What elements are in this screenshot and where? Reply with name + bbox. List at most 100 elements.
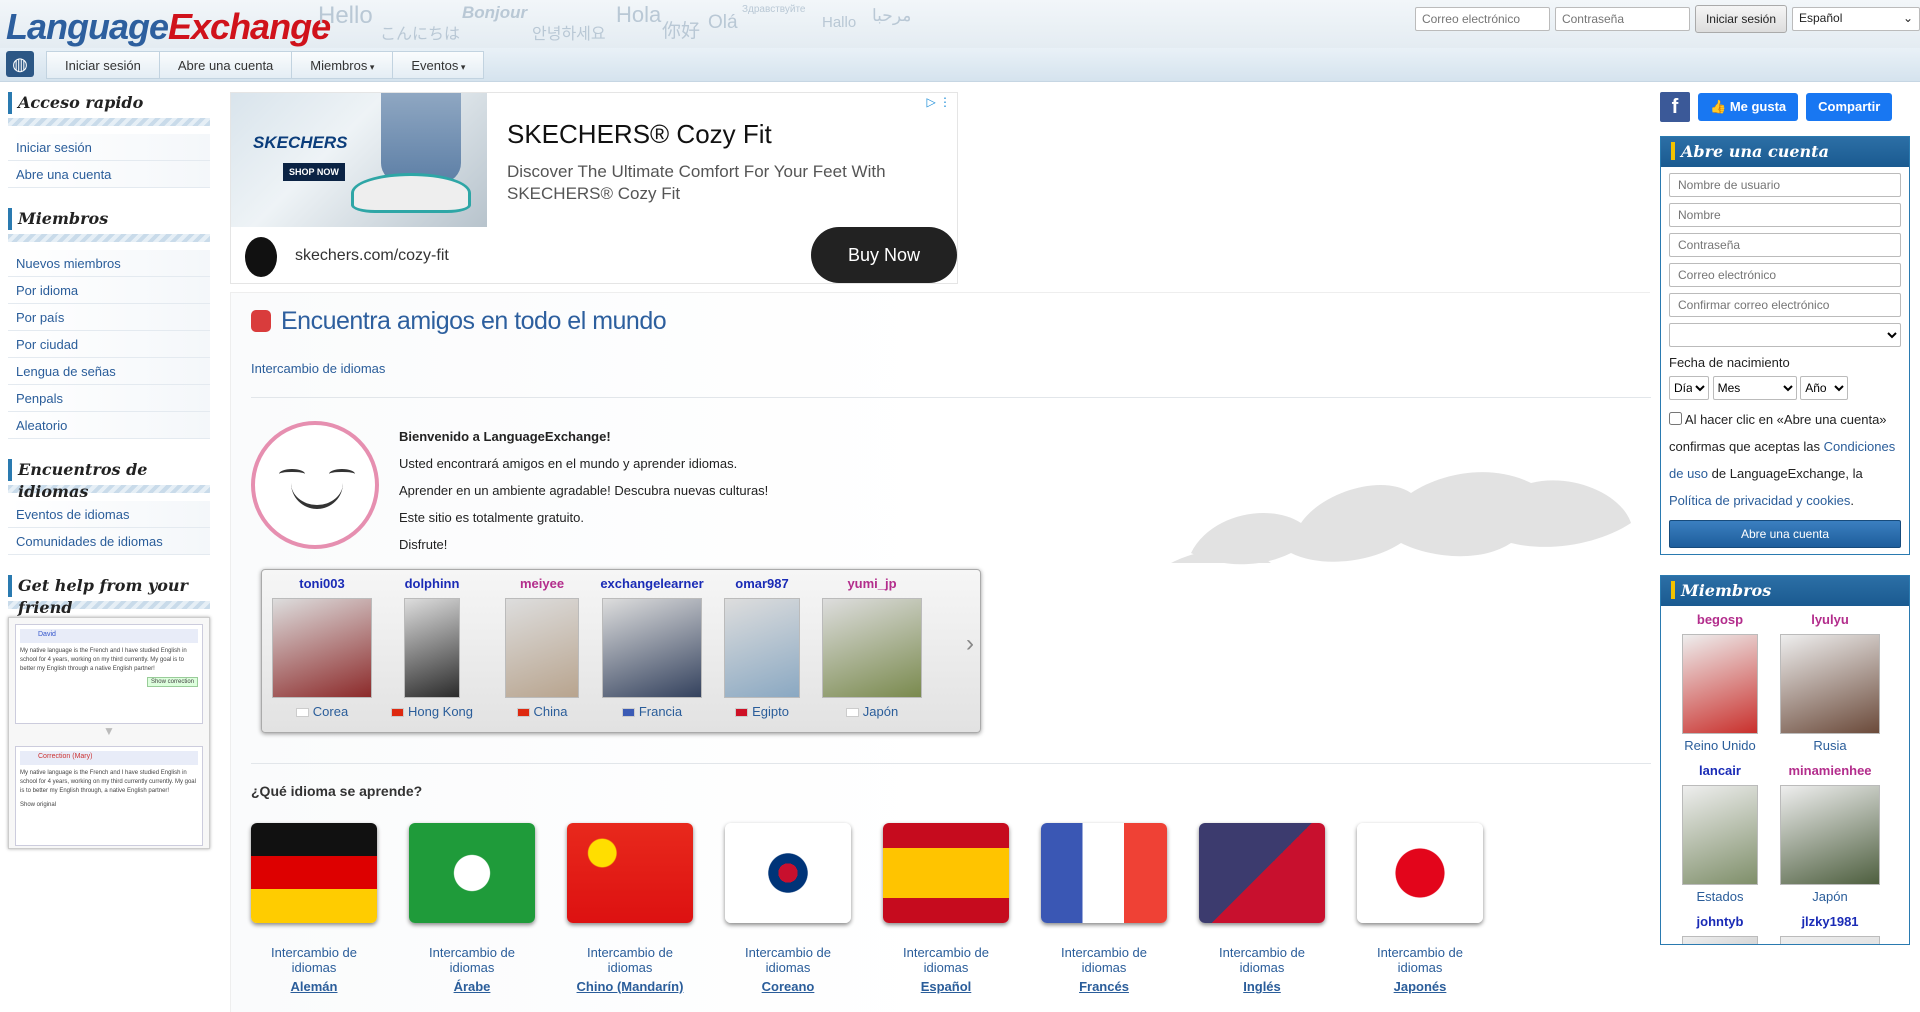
member-country[interactable]: Corea xyxy=(268,704,376,719)
member-name[interactable]: begosp xyxy=(1665,612,1775,630)
member-photo[interactable] xyxy=(1682,936,1758,944)
member-name[interactable]: meiyee xyxy=(488,576,596,594)
nav-item-signup[interactable]: Abre una cuenta xyxy=(159,51,293,79)
ad-buy-now-button[interactable]: Buy Now xyxy=(811,227,957,283)
ad-choices-icon[interactable]: ▷ ⋮ xyxy=(926,95,951,109)
email-field[interactable] xyxy=(1414,7,1550,31)
language-name-link[interactable]: Coreano xyxy=(725,979,851,994)
language-exchange-label[interactable]: Intercambio de idiomas xyxy=(1041,945,1167,975)
member-card[interactable]: meiyee China xyxy=(488,576,596,719)
language-name-link[interactable]: Inglés xyxy=(1199,979,1325,994)
member-name[interactable]: dolphinn xyxy=(378,576,486,594)
sidebar-link-language-communities[interactable]: Comunidades de idiomas xyxy=(8,528,210,555)
nav-item-login[interactable]: Iniciar sesión xyxy=(46,51,160,79)
login-button[interactable]: Iniciar sesión xyxy=(1694,5,1787,33)
member-photo[interactable] xyxy=(1780,634,1880,734)
member-country[interactable]: Egipto xyxy=(708,704,816,719)
language-item[interactable]: Intercambio de idiomas Francés xyxy=(1041,823,1167,994)
sidebar-link-new-members[interactable]: Nuevos miembros xyxy=(8,250,210,277)
language-exchange-label[interactable]: Intercambio de idiomas xyxy=(725,945,851,975)
language-flag-icon[interactable] xyxy=(1199,823,1325,923)
language-item[interactable]: Intercambio de idiomas Japonés xyxy=(1357,823,1483,994)
member-card[interactable]: yumi_jp Japón xyxy=(818,576,926,719)
member-card[interactable]: lyulyu Rusia xyxy=(1775,612,1885,753)
sidebar-link-by-country[interactable]: Por país xyxy=(8,304,210,331)
language-exchange-label[interactable]: Intercambio de idiomas xyxy=(1357,945,1483,975)
language-exchange-link[interactable]: Intercambio de idiomas xyxy=(251,361,385,376)
sidebar-link-penpals[interactable]: Penpals xyxy=(8,385,210,412)
member-country[interactable]: Rusia xyxy=(1775,738,1885,753)
language-flag-icon[interactable] xyxy=(567,823,693,923)
language-item[interactable]: Intercambio de idiomas Árabe xyxy=(409,823,535,994)
member-card[interactable]: minamienhee Japón xyxy=(1775,763,1885,904)
member-photo[interactable] xyxy=(1780,785,1880,885)
sidebar-link-login[interactable]: Iniciar sesión xyxy=(8,134,210,161)
privacy-policy-link[interactable]: Política de privacidad y cookies xyxy=(1669,493,1850,508)
sidebar-link-by-city[interactable]: Por ciudad xyxy=(8,331,210,358)
member-card[interactable]: exchangelearner Francia xyxy=(598,576,706,719)
name-field[interactable] xyxy=(1669,203,1901,227)
password-field[interactable] xyxy=(1669,233,1901,257)
like-button[interactable]: 👍 Me gusta xyxy=(1698,93,1799,121)
member-photo[interactable] xyxy=(272,598,372,698)
language-select[interactable]: Español ⌄ xyxy=(1792,7,1920,31)
member-country[interactable]: Hong Kong xyxy=(378,704,486,719)
sidebar-link-by-language[interactable]: Por idioma xyxy=(8,277,210,304)
member-country[interactable]: Estados xyxy=(1665,889,1775,904)
member-photo[interactable] xyxy=(1682,634,1758,734)
username-field[interactable] xyxy=(1669,173,1901,197)
language-flag-icon[interactable] xyxy=(725,823,851,923)
language-item[interactable]: Intercambio de idiomas Español xyxy=(883,823,1009,994)
member-card[interactable]: toni003 Corea xyxy=(268,576,376,719)
member-name[interactable]: exchangelearner xyxy=(598,576,706,594)
language-exchange-label[interactable]: Intercambio de idiomas xyxy=(409,945,535,975)
member-card[interactable]: omar987 Egipto xyxy=(708,576,816,719)
month-select[interactable]: Mes xyxy=(1712,376,1797,400)
terms-checkbox[interactable] xyxy=(1669,412,1682,425)
member-country[interactable]: Francia xyxy=(598,704,706,719)
language-name-link[interactable]: Chino (Mandarín) xyxy=(567,979,693,994)
sidebar-link-signup[interactable]: Abre una cuenta xyxy=(8,161,210,188)
nav-item-members[interactable]: Miembros ▾ xyxy=(292,51,394,79)
member-country[interactable]: Japón xyxy=(818,704,926,719)
member-card[interactable]: jlzky1981 xyxy=(1775,914,1885,944)
member-photo[interactable] xyxy=(602,598,702,698)
language-flag-icon[interactable] xyxy=(1041,823,1167,923)
member-card[interactable]: lancair Estados xyxy=(1665,763,1775,904)
email-field[interactable] xyxy=(1669,263,1901,287)
language-name-link[interactable]: Español xyxy=(883,979,1009,994)
globe-icon[interactable]: ◍ xyxy=(6,51,34,77)
member-name[interactable]: minamienhee xyxy=(1775,763,1885,781)
language-name-link[interactable]: Alemán xyxy=(251,979,377,994)
signup-button[interactable]: Abre una cuenta xyxy=(1669,520,1901,548)
sidebar-link-random[interactable]: Aleatorio xyxy=(8,412,210,439)
member-country[interactable]: Reino Unido xyxy=(1665,738,1775,753)
password-field[interactable] xyxy=(1554,7,1690,31)
member-photo[interactable] xyxy=(1780,936,1880,944)
member-name[interactable]: lancair xyxy=(1665,763,1775,781)
language-item[interactable]: Intercambio de idiomas Coreano xyxy=(725,823,851,994)
language-item[interactable]: Intercambio de idiomas Chino (Mandarín) xyxy=(567,823,693,994)
gender-select[interactable] xyxy=(1669,323,1901,347)
member-name[interactable]: johntyb xyxy=(1665,914,1775,932)
day-select[interactable]: Día xyxy=(1669,376,1709,400)
language-exchange-label[interactable]: Intercambio de idiomas xyxy=(1199,945,1325,975)
language-flag-icon[interactable] xyxy=(1357,823,1483,923)
advertisement[interactable]: SKECHERS SHOP NOW ▷ ⋮ SKECHERS® Cozy Fit… xyxy=(230,92,958,284)
language-name-link[interactable]: Árabe xyxy=(409,979,535,994)
member-photo[interactable] xyxy=(404,598,460,698)
share-button[interactable]: Compartir xyxy=(1806,93,1893,121)
member-country[interactable]: Japón xyxy=(1775,889,1885,904)
member-photo[interactable] xyxy=(1682,785,1758,885)
member-photo[interactable] xyxy=(724,598,800,698)
member-country[interactable]: China xyxy=(488,704,596,719)
language-flag-icon[interactable] xyxy=(883,823,1009,923)
language-name-link[interactable]: Japonés xyxy=(1357,979,1483,994)
year-select[interactable]: Año xyxy=(1800,376,1849,400)
language-item[interactable]: Intercambio de idiomas Inglés xyxy=(1199,823,1325,994)
member-photo[interactable] xyxy=(822,598,922,698)
confirm-email-field[interactable] xyxy=(1669,293,1901,317)
language-exchange-label[interactable]: Intercambio de idiomas xyxy=(883,945,1009,975)
chevron-right-icon[interactable]: › xyxy=(966,630,974,658)
language-exchange-label[interactable]: Intercambio de idiomas xyxy=(567,945,693,975)
